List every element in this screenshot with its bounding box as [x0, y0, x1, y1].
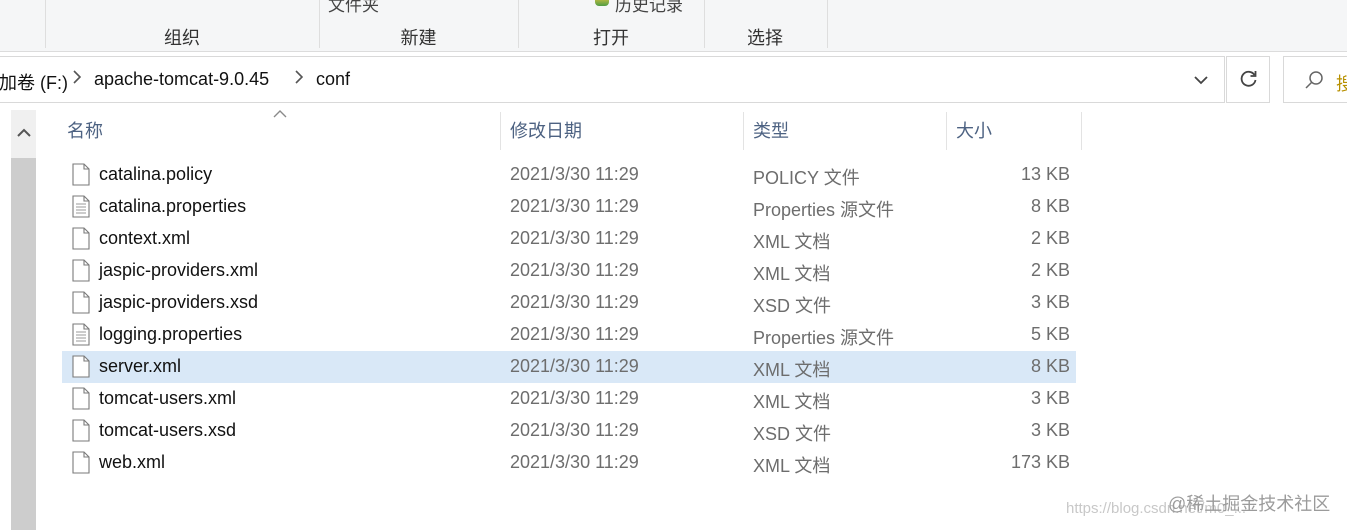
breadcrumb-folder-conf[interactable]: conf [316, 69, 350, 90]
file-type: XSD 文件 [753, 424, 832, 444]
nav-pane-scrollbar[interactable] [11, 110, 36, 530]
file-size: 2 KB [1030, 260, 1070, 280]
file-row[interactable]: tomcat-users.xsd 2021/3/30 11:29 XSD 文件 3 K… [62, 415, 1076, 447]
breadcrumb-chevron-icon[interactable] [73, 70, 82, 88]
file-size: 3 KB [1030, 292, 1070, 312]
file-size: 3 KB [1030, 420, 1070, 440]
ribbon-group-new: 新建 [400, 28, 437, 48]
ribbon-folder-fragment[interactable]: 文件夹 [328, 0, 379, 16]
column-header-type[interactable]: 类型 [743, 110, 946, 152]
file-name: jaspic-providers.xml [99, 260, 259, 280]
column-header-modified[interactable]: 修改日期 [500, 110, 743, 152]
file-row[interactable]: catalina.properties 2021/3/30 11:29 Proper… [62, 191, 1076, 223]
file-type: Properties 源文件 [753, 200, 895, 220]
file-modified: 2021/3/30 11:29 [510, 420, 639, 440]
refresh-icon [1240, 70, 1257, 87]
file-name: catalina.policy [99, 164, 213, 184]
watermark-brand: @稀土掘金技术社区 [1168, 494, 1331, 514]
file-size: 8 KB [1030, 196, 1070, 216]
file-name: server.xml [99, 356, 182, 376]
scroll-up-button[interactable] [11, 110, 36, 155]
file-name: tomcat-users.xml [99, 388, 237, 408]
file-icon [72, 163, 90, 186]
file-icon [72, 291, 90, 314]
file-row[interactable]: tomcat-users.xml 2021/3/30 11:29 XML 文档 3 K… [62, 383, 1076, 415]
file-name: context.xml [99, 228, 191, 248]
file-modified: 2021/3/30 11:29 [510, 452, 639, 472]
file-type: XML 文档 [753, 232, 831, 252]
column-header-name[interactable]: 名称 [57, 110, 500, 152]
file-type: XML 文档 [753, 264, 831, 284]
file-row[interactable]: server.xml 2021/3/30 11:29 XML 文档 8 KB [62, 351, 1076, 383]
file-size: 8 KB [1030, 356, 1070, 376]
file-name: web.xml [99, 452, 166, 472]
history-icon[interactable] [595, 0, 609, 6]
breadcrumb-chevron-icon[interactable] [295, 70, 304, 88]
file-icon [72, 355, 90, 378]
ribbon-group-open: 打开 [593, 28, 629, 48]
file-size: 173 KB [1010, 452, 1070, 472]
file-modified: 2021/3/30 11:29 [510, 324, 639, 344]
file-modified: 2021/3/30 11:29 [510, 292, 639, 312]
file-modified: 2021/3/30 11:29 [510, 228, 639, 248]
scroll-thumb[interactable] [11, 158, 36, 530]
search-icon [1305, 71, 1323, 89]
refresh-button[interactable] [1226, 56, 1270, 103]
file-icon [72, 259, 90, 282]
file-type: POLICY 文件 [753, 168, 860, 188]
file-size: 5 KB [1030, 324, 1070, 344]
file-size: 3 KB [1030, 388, 1070, 408]
file-row[interactable]: jaspic-providers.xml 2021/3/30 11:29 XML 文… [62, 255, 1076, 287]
file-type: XML 文档 [753, 392, 831, 412]
ribbon-divider [827, 0, 828, 48]
ribbon: 文件夹 历史记录 组织 新建 打开 选择 [0, 0, 1347, 52]
file-modified: 2021/3/30 11:29 [510, 196, 639, 216]
address-bar[interactable]: 加卷 (F:) apache-tomcat-9.0.45 conf [0, 56, 1225, 103]
file-row[interactable]: jaspic-providers.xsd 2021/3/30 11:29 XSD 文… [62, 287, 1076, 319]
file-name: catalina.properties [99, 196, 247, 216]
file-size: 13 KB [1020, 164, 1070, 184]
file-size: 2 KB [1030, 228, 1070, 248]
text-file-icon [72, 323, 90, 346]
chevron-up-icon [16, 128, 31, 137]
breadcrumb-folder-tomcat[interactable]: apache-tomcat-9.0.45 [94, 69, 269, 90]
file-type: Properties 源文件 [753, 328, 895, 348]
file-row[interactable]: web.xml 2021/3/30 11:29 XML 文档 173 KB [62, 447, 1076, 479]
search-box[interactable]: 搜 [1283, 56, 1347, 103]
column-header-size[interactable]: 大小 [946, 110, 1081, 152]
file-type: XSD 文件 [753, 296, 832, 316]
ribbon-history-fragment[interactable]: 历史记录 [615, 0, 683, 16]
ribbon-group-select: 选择 [747, 28, 783, 48]
file-modified: 2021/3/30 11:29 [510, 164, 639, 184]
breadcrumb-drive[interactable]: 加卷 (F:) [0, 69, 68, 95]
file-modified: 2021/3/30 11:29 [510, 388, 639, 408]
search-placeholder-fragment: 搜 [1336, 74, 1347, 94]
file-icon [72, 227, 90, 250]
address-history-chevron-down-icon[interactable] [1190, 69, 1212, 91]
text-file-icon [72, 195, 90, 218]
file-type: XML 文档 [753, 360, 831, 380]
file-name: jaspic-providers.xsd [99, 292, 259, 312]
file-modified: 2021/3/30 11:29 [510, 356, 639, 376]
file-row[interactable]: logging.properties 2021/3/30 11:29 Propert… [62, 319, 1076, 351]
file-icon [72, 419, 90, 442]
file-name: logging.properties [99, 324, 243, 344]
file-row[interactable]: context.xml 2021/3/30 11:29 XML 文档 2 KB [62, 223, 1076, 255]
file-type: XML 文档 [753, 456, 831, 476]
file-name: tomcat-users.xsd [99, 420, 237, 440]
file-row[interactable]: catalina.policy 2021/3/30 11:29 POLICY 文件 1… [62, 159, 1076, 191]
file-modified: 2021/3/30 11:29 [510, 260, 639, 280]
file-icon [72, 387, 90, 410]
file-icon [72, 451, 90, 474]
ribbon-group-organize: 组织 [164, 28, 200, 48]
column-divider[interactable] [1081, 112, 1082, 150]
